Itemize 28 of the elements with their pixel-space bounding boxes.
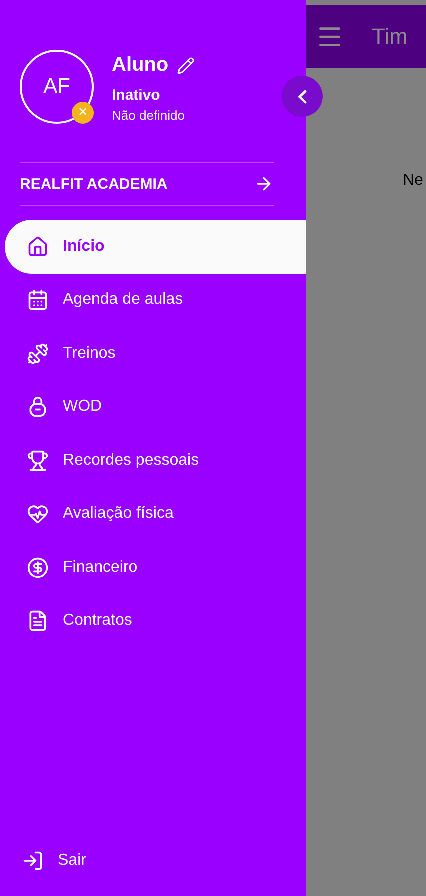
kettlebell-icon: [27, 396, 49, 418]
menu-item[interactable]: Avaliação física: [5, 488, 306, 541]
menu-item[interactable]: Agenda de aulas: [5, 274, 306, 327]
user-plan: Não definido: [112, 108, 186, 123]
background-text: Ne: [403, 172, 424, 190]
heart-pulse-icon: [27, 503, 49, 526]
edit-icon[interactable]: [176, 56, 195, 74]
calendar-icon: [27, 289, 49, 312]
dollar-icon: [27, 556, 49, 579]
dumbbell-icon: [27, 342, 49, 365]
menu-item[interactable]: Contratos: [5, 594, 306, 648]
logout-item[interactable]: Sair: [0, 850, 306, 896]
menu-item[interactable]: Início: [5, 220, 306, 274]
trophy-icon: [27, 450, 49, 472]
user-status: Inativo: [112, 87, 162, 104]
menu-item[interactable]: Financeiro: [5, 541, 306, 594]
gym-name: REALFIT ACADEMIA: [20, 176, 168, 192]
logout-icon: [22, 850, 44, 872]
menu-item[interactable]: WOD: [5, 380, 306, 434]
chevron-left-icon: [298, 90, 307, 104]
menu-item[interactable]: Treinos: [5, 327, 306, 380]
document-icon: [27, 610, 49, 632]
app-title: Tim: [372, 24, 408, 50]
menu-item[interactable]: Recordes pessoais: [5, 434, 306, 488]
avatar-initials: AF: [44, 75, 70, 99]
home-icon: [27, 236, 49, 258]
user-name: Aluno: [112, 54, 169, 77]
status-badge: ×: [72, 102, 94, 124]
